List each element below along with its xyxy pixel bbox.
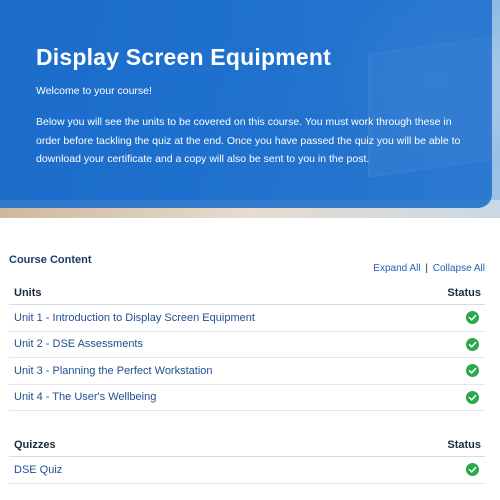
page-title: Display Screen Equipment [36, 44, 331, 70]
units-column-header: Units [14, 286, 42, 299]
units-table-header: Units Status [9, 281, 485, 305]
unit-row[interactable]: Unit 1 - Introduction to Display Screen … [9, 305, 485, 332]
check-circle-icon [466, 463, 479, 477]
status-column-header: Status [447, 286, 481, 299]
unit-link[interactable]: Unit 2 - DSE Assessments [14, 338, 143, 350]
quiz-row[interactable]: DSE Quiz [9, 457, 485, 484]
expand-all-link[interactable]: Expand All [373, 263, 420, 274]
quiz-link[interactable]: DSE Quiz [14, 464, 62, 476]
collapse-all-link[interactable]: Collapse All [433, 263, 485, 274]
unit-row[interactable]: Unit 2 - DSE Assessments [9, 332, 485, 358]
check-circle-icon [466, 390, 479, 404]
course-banner: Display Screen Equipment Welcome to your… [0, 0, 500, 218]
banner-overlay [0, 0, 492, 208]
unit-row[interactable]: Unit 3 - Planning the Perfect Workstatio… [9, 358, 485, 385]
expand-collapse-controls: Expand All | Collapse All [373, 263, 485, 274]
link-separator: | [425, 263, 428, 274]
quizzes-column-header: Quizzes [14, 438, 56, 451]
intro-text: Below you will see the units to be cover… [36, 116, 461, 165]
check-circle-icon [466, 364, 479, 378]
unit-link[interactable]: Unit 4 - The User's Wellbeing [14, 391, 156, 403]
units-table: Units Status Unit 1 - Introduction to Di… [9, 281, 485, 411]
quizzes-table: Quizzes Status DSE Quiz [9, 433, 485, 484]
unit-row[interactable]: Unit 4 - The User's Wellbeing [9, 385, 485, 411]
unit-link[interactable]: Unit 3 - Planning the Perfect Workstatio… [14, 365, 213, 377]
check-circle-icon [466, 311, 479, 325]
quizzes-table-header: Quizzes Status [9, 433, 485, 457]
check-circle-icon [466, 337, 479, 351]
welcome-text: Welcome to your course! [36, 85, 152, 97]
unit-link[interactable]: Unit 1 - Introduction to Display Screen … [14, 312, 255, 324]
status-column-header: Status [447, 438, 481, 451]
course-content-heading: Course Content [9, 254, 92, 266]
